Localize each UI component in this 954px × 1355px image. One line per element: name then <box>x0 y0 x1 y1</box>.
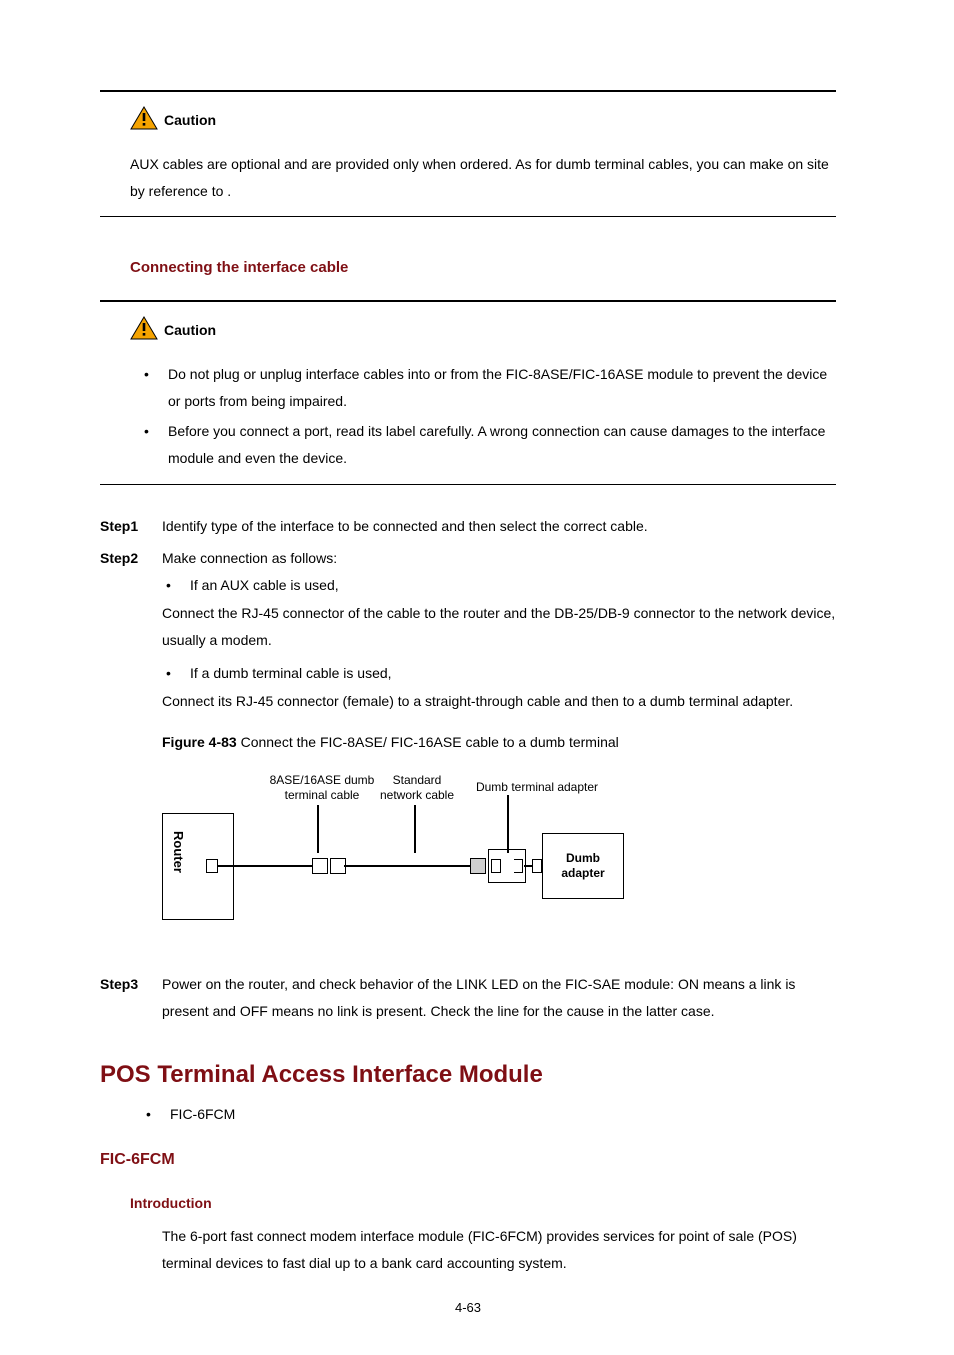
diagram-adapter-port3 <box>532 859 542 873</box>
step2-bullet2: If a dumb terminal cable is used, <box>162 660 836 687</box>
step1-label: Step1 <box>100 513 152 540</box>
page-number: 4-63 <box>100 1300 836 1315</box>
caution-icon <box>130 316 158 343</box>
diagram-vline2 <box>414 805 416 853</box>
diagram-dumb-label: Dumb adapter <box>561 851 604 881</box>
diagram-vline3 <box>507 795 509 853</box>
caution-body: AUX cables are optional and are provided… <box>130 151 836 204</box>
step2-p2: Connect its RJ-45 connector (female) to … <box>162 688 836 715</box>
figure-label: Figure 4-83 <box>162 734 237 750</box>
diagram-hline1 <box>217 865 315 867</box>
caution-header-2: Caution <box>130 316 836 343</box>
step1-body: Identify type of the interface to be con… <box>162 513 836 540</box>
diagram-conn1 <box>312 858 328 874</box>
step3-body: Power on the router, and check behavior … <box>162 971 836 1024</box>
caution-header: Caution <box>130 106 836 133</box>
step2-bullet1: If an AUX cable is used, <box>162 572 836 599</box>
diagram-conn3 <box>470 858 486 874</box>
figure-caption-text: Connect the FIC-8ASE/ FIC-16ASE cable to… <box>237 734 619 750</box>
caution-label: Caution <box>164 112 216 128</box>
heading-introduction: Introduction <box>130 1195 836 1211</box>
heading-fic6fcm: FIC-6FCM <box>100 1151 836 1169</box>
intro-text: The 6-port fast connect modem interface … <box>162 1223 836 1276</box>
step2-p1: Connect the RJ-45 connector of the cable… <box>162 600 836 653</box>
diagram-router-label: Router <box>170 831 186 873</box>
caution2-bullet-0: Do not plug or unplug interface cables i… <box>140 361 836 414</box>
heading-pos: POS Terminal Access Interface Module <box>100 1061 836 1089</box>
figure-caption: Figure 4-83 Connect the FIC-8ASE/ FIC-16… <box>162 729 836 756</box>
step2-label: Step2 <box>100 545 152 931</box>
diagram-vline1 <box>317 805 319 853</box>
pos-bullet: FIC-6FCM <box>142 1101 836 1128</box>
step1-row: Step1 Identify type of the interface to … <box>100 513 836 540</box>
figure-diagram: 8ASE/16ASE dumb terminal cable Standard … <box>162 773 642 923</box>
caution-text-a: AUX cables are optional and are provided… <box>130 156 829 199</box>
step3-label: Step3 <box>100 971 152 1024</box>
diagram-label-tcable: 8ASE/16ASE dumb terminal cable <box>257 773 387 803</box>
step2-row: Step2 Make connection as follows: If an … <box>100 545 836 931</box>
diagram-label-ncable: Standard network cable <box>372 773 462 803</box>
diagram-label-adapter-top: Dumb terminal adapter <box>462 780 612 795</box>
diagram-dumb-box: Dumb adapter <box>542 833 624 899</box>
diagram-adapter-port2 <box>514 859 523 873</box>
heading-connecting: Connecting the interface cable <box>130 259 836 276</box>
caution2-bullet-1: Before you connect a port, read its labe… <box>140 418 836 471</box>
caution-text-b: . <box>227 183 231 199</box>
step3-row: Step3 Power on the router, and check beh… <box>100 971 836 1024</box>
caution-label: Caution <box>164 322 216 338</box>
caution-icon <box>130 106 158 133</box>
diagram-adapter-port1 <box>491 859 501 873</box>
step2-text: Make connection as follows: <box>162 545 836 572</box>
diagram-hline2 <box>344 865 472 867</box>
